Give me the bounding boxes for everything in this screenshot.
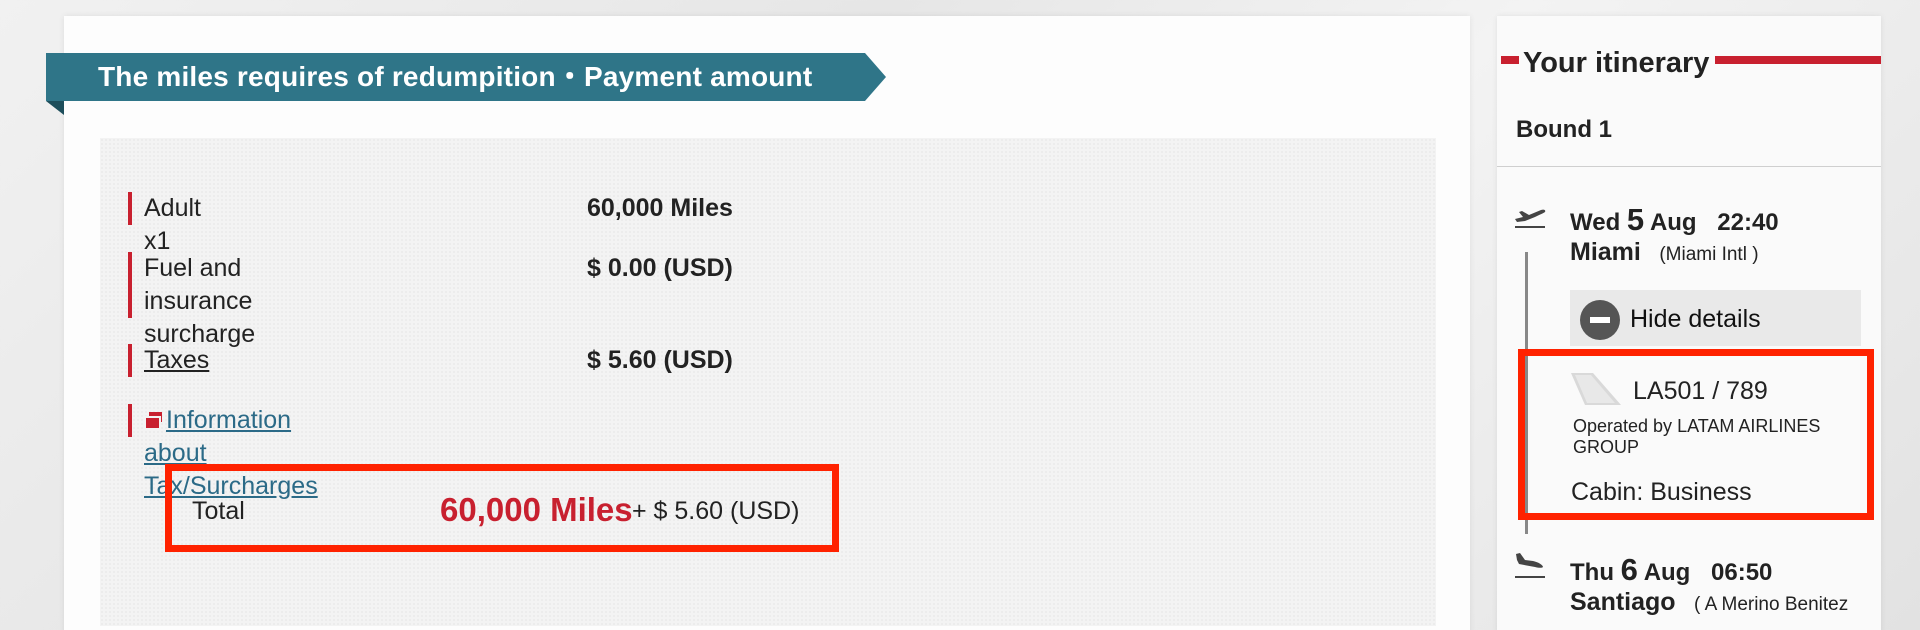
taxes-value: $ 5.60 (USD) [587,346,733,374]
minus-circle-icon [1580,300,1620,340]
arrival-weekday: Thu [1570,559,1614,586]
departure-time: 22:40 [1717,209,1779,236]
arrival-time: 06:50 [1711,559,1773,586]
landing-icon [1515,553,1545,578]
flight-number: LA501 / 789 [1633,377,1768,405]
arrival-city: Santiago [1570,588,1676,616]
departure-city: Miami [1570,238,1641,266]
hide-details-button[interactable]: Hide details [1570,290,1861,346]
banner-fold [46,101,64,115]
itinerary-title: Your itinerary [1523,47,1710,79]
itinerary-panel: Your itinerary Bound 1 Wed 5 Aug 22:40 M… [1497,16,1881,630]
total-miles: 60,000 Miles [440,491,633,528]
cabin-class: Cabin: Business [1571,478,1752,506]
row-marker [128,344,132,377]
adult-label: Adult x1 [144,194,201,255]
takeoff-icon [1515,209,1546,228]
taxes-link[interactable]: Taxes [144,344,209,377]
operated-by: Operated by LATAM AIRLINES GROUP [1573,416,1821,457]
arrival-month: Aug [1643,559,1691,586]
departure-month: Aug [1649,209,1697,236]
departure-day: 5 [1626,202,1645,237]
title-accent-right [1715,56,1881,64]
hide-details-label: Hide details [1630,305,1761,333]
arrival-datetime: Thu 6 Aug 06:50 [1570,552,1772,588]
total-label: Total [192,497,245,525]
bound-label: Bound 1 [1516,116,1612,143]
adult-miles-value: 60,000 Miles [587,194,733,222]
departure-weekday: Wed [1570,209,1621,236]
info-icon [144,412,162,430]
fuel-surcharge-label-line1: Fuel and insurance [144,254,253,315]
payment-panel: The miles requires of redumpition・Paymen… [46,16,1470,630]
arrival-airport: ( A Merino Benitez [1694,594,1849,615]
total-cash-amount: + $ 5.60 (USD) [632,497,800,525]
fuel-surcharge-value: $ 0.00 (USD) [587,254,733,282]
departure-location: Miami (Miami Intl ) [1570,238,1759,267]
flight-details-highlight: LA501 / 789 Operated by LATAM AIRLINES G… [1518,349,1874,520]
payment-banner-title: The miles requires of redumpition・Paymen… [46,53,886,101]
departure-airport: (Miami Intl ) [1659,244,1759,265]
row-marker [128,404,132,437]
arrival-day: 6 [1620,552,1638,587]
departure-datetime: Wed 5 Aug 22:40 [1570,202,1779,238]
fuel-surcharge-label: Fuel and insurance surcharge [144,252,255,351]
total-highlight: Total 60,000 Miles + $ 5.60 (USD) [165,464,839,552]
row-marker [128,192,132,225]
row-marker [128,252,132,318]
tail-logo-icon [1571,373,1621,405]
arrival-location: Santiago ( A Merino Benitez [1570,588,1848,617]
title-accent-left [1501,56,1519,64]
payment-summary: Adult x1 60,000 Miles Fuel and insurance… [100,138,1436,626]
divider [1497,166,1881,167]
